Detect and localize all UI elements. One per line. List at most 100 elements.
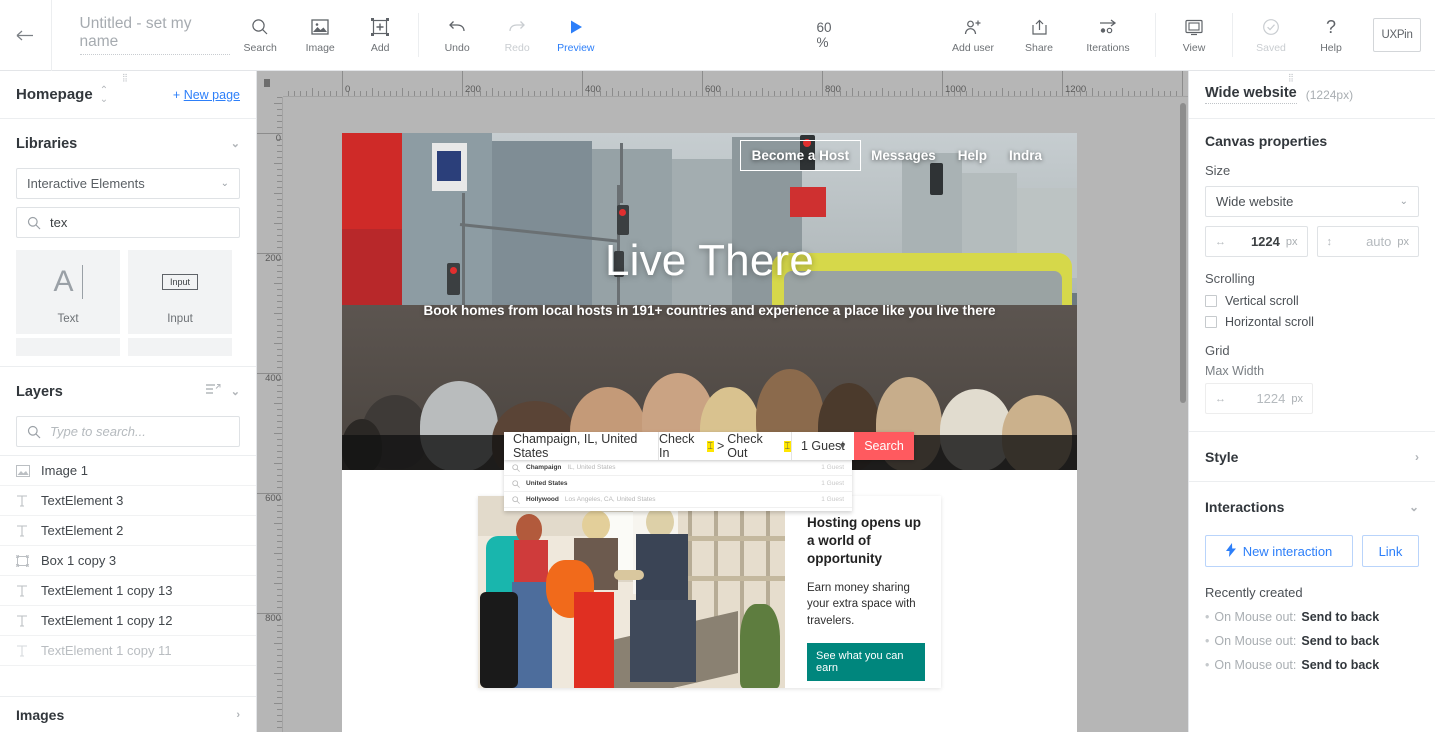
layer-row[interactable]: TextElement 1 copy 11: [0, 636, 256, 666]
dates-field[interactable]: Check In ⌶ > Check Out ⌶: [659, 432, 792, 460]
uxpin-logo[interactable]: UXPin: [1373, 18, 1421, 52]
vertical-ruler: 0 200 400 600 800: [257, 97, 283, 732]
project-title[interactable]: Untitled - set my name: [79, 15, 231, 55]
recent-action: Send to back: [1301, 658, 1380, 672]
recent-interaction-item[interactable]: • On Mouse out: Send to back: [1189, 629, 1435, 653]
canvas-vertical-scrollbar[interactable]: [1180, 103, 1186, 403]
undo-button[interactable]: Undo: [437, 16, 477, 54]
ruler-tick: [438, 91, 439, 96]
layer-row[interactable]: TextElement 2: [0, 516, 256, 546]
recent-interaction-item[interactable]: • On Mouse out: Send to back: [1189, 605, 1435, 629]
canvas-area[interactable]: Become a Host Messages Help Indra Live T…: [257, 71, 1188, 732]
recently-created-label: Recently created: [1205, 585, 1303, 600]
search-bar[interactable]: Champaign, IL, United States Check In ⌶ …: [504, 432, 914, 460]
layers-header[interactable]: Layers ⌄: [0, 367, 256, 416]
nav-user-indra[interactable]: Indra: [998, 141, 1053, 170]
left-panel: ⣿ Homepage ⌃ ⌄ + New page Libraries ⌄ Int…: [0, 71, 257, 732]
toolbar-divider-2: [1155, 13, 1156, 57]
library-item-input[interactable]: Input Input: [128, 250, 232, 334]
ruler-tick: [1170, 91, 1171, 96]
text-element-icon: A: [53, 250, 83, 313]
size-preset-select[interactable]: Wide website ⌄: [1205, 186, 1419, 217]
vertical-scroll-checkbox-row[interactable]: Vertical scroll: [1205, 294, 1419, 308]
new-page-button[interactable]: + New page: [173, 88, 240, 102]
image-tool-label: Image: [305, 42, 335, 54]
nav-help[interactable]: Help: [947, 141, 998, 170]
ruler-tick: [274, 673, 282, 674]
suggestion-row[interactable]: United States 1 Guest: [504, 476, 852, 492]
check-circle-icon: [1262, 16, 1280, 38]
location-input[interactable]: Champaign, IL, United States: [504, 432, 659, 460]
style-section[interactable]: Style ›: [1189, 432, 1435, 481]
link-button[interactable]: Link: [1362, 535, 1419, 567]
ruler-tick: [816, 91, 817, 96]
image-tool[interactable]: Image: [300, 16, 340, 54]
ruler-tick: [900, 91, 901, 96]
library-item-partial[interactable]: [128, 338, 232, 356]
ruler-tick: [277, 181, 282, 182]
horizontal-scroll-checkbox[interactable]: [1205, 316, 1217, 328]
horizontal-scroll-label: Horizontal scroll: [1225, 315, 1314, 329]
libraries-header[interactable]: Libraries ⌄: [0, 119, 256, 168]
see-what-you-can-earn-button[interactable]: See what you can earn: [807, 642, 925, 681]
zoom-level[interactable]: 60 %: [817, 20, 842, 50]
hosting-card[interactable]: Hosting opens up a world of opportunity …: [478, 496, 941, 688]
nav-messages[interactable]: Messages: [860, 141, 947, 170]
back-button[interactable]: [0, 0, 52, 71]
ruler-tick: [996, 91, 997, 96]
guests-select[interactable]: 1 Guest ▼: [792, 432, 854, 460]
canvas-name[interactable]: Wide website: [1205, 85, 1297, 104]
layers-search-input[interactable]: [50, 424, 229, 439]
ruler-tick: [274, 193, 282, 194]
share-button[interactable]: Share: [1019, 16, 1059, 54]
horizontal-scroll-checkbox-row[interactable]: Horizontal scroll: [1205, 315, 1419, 329]
share-label: Share: [1024, 42, 1054, 54]
library-item-text[interactable]: A Text: [16, 250, 120, 334]
nav-become-a-host[interactable]: Become a Host: [739, 140, 862, 171]
layers-search-field[interactable]: [16, 416, 240, 447]
search-submit-button[interactable]: Search: [854, 432, 914, 460]
redo-button[interactable]: Redo: [497, 16, 537, 54]
library-search-field[interactable]: [16, 207, 240, 238]
width-field[interactable]: ↔ 1224 px: [1205, 226, 1308, 257]
layers-options-icon[interactable]: [205, 383, 221, 401]
max-width-field[interactable]: ↔ 1224 px: [1205, 383, 1313, 414]
ruler-tick: [277, 337, 282, 338]
dates-separator: >: [716, 439, 725, 453]
add-tool[interactable]: Add: [360, 16, 400, 54]
suggestion-row[interactable]: Champaign IL, United States 1 Guest: [504, 460, 852, 476]
right-panel: ⣿ Wide website (1224px) Canvas propertie…: [1188, 71, 1435, 732]
interactions-section[interactable]: Interactions ⌄: [1189, 482, 1435, 531]
ruler-tick: [277, 325, 282, 326]
images-section[interactable]: Images ›: [0, 696, 256, 732]
layer-row[interactable]: Image 1: [0, 456, 256, 486]
view-button[interactable]: View: [1174, 16, 1214, 54]
library-select[interactable]: Interactive Elements ⌄: [16, 168, 240, 199]
vertical-scroll-checkbox[interactable]: [1205, 295, 1217, 307]
add-user-button[interactable]: Add user: [947, 16, 999, 54]
search-tool[interactable]: Search: [240, 16, 280, 54]
page-name[interactable]: Homepage: [16, 86, 93, 103]
help-button[interactable]: ? Help: [1311, 16, 1351, 55]
iterations-button[interactable]: Iterations: [1079, 16, 1137, 54]
artboard[interactable]: Become a Host Messages Help Indra Live T…: [342, 133, 1077, 732]
height-field[interactable]: ↕ auto px: [1316, 226, 1419, 257]
layer-row[interactable]: TextElement 1 copy 12: [0, 606, 256, 636]
new-interaction-button[interactable]: New interaction: [1205, 535, 1353, 567]
chevron-down-icon[interactable]: ⌄: [231, 385, 240, 398]
ruler-corner[interactable]: [257, 71, 283, 97]
search-suggestions-dropdown[interactable]: Champaign IL, United States 1 Guest Unit…: [504, 460, 852, 511]
ruler-tick: [277, 115, 282, 116]
recent-interaction-item[interactable]: • On Mouse out: Send to back: [1189, 653, 1435, 677]
suggestion-row[interactable]: Hollywood Los Angeles, CA, United States…: [504, 492, 852, 508]
sort-updown-icon[interactable]: ⌃ ⌄: [100, 85, 108, 104]
preview-button[interactable]: Preview: [557, 16, 595, 54]
layer-row[interactable]: TextElement 3: [0, 486, 256, 516]
library-item-partial[interactable]: [16, 338, 120, 356]
library-search-input[interactable]: [50, 215, 229, 230]
layer-row[interactable]: TextElement 1 copy 13: [0, 576, 256, 606]
chevron-down-icon[interactable]: ⌄: [231, 137, 240, 150]
layer-row[interactable]: Box 1 copy 3: [0, 546, 256, 576]
hero-section[interactable]: Become a Host Messages Help Indra Live T…: [342, 133, 1077, 470]
ruler-label: 200: [465, 84, 481, 95]
